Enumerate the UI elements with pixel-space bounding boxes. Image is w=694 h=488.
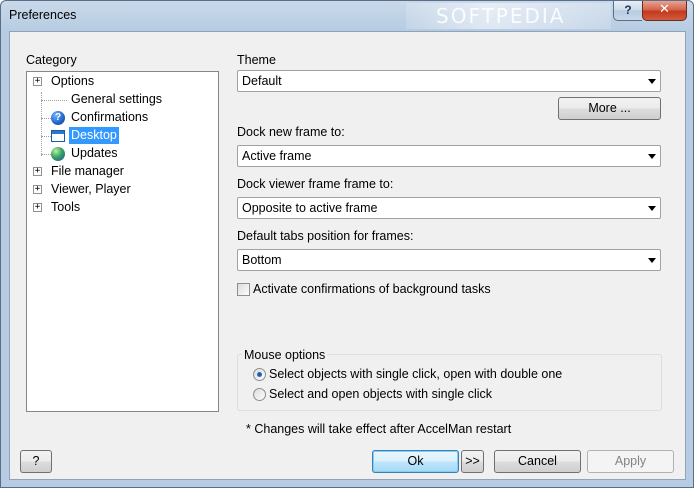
mouse-options-group (237, 354, 662, 411)
preferences-window: Preferences SOFTPEDIA ? ✕ Category + Opt… (0, 0, 694, 488)
tabs-position-label: Default tabs position for frames: (237, 229, 414, 243)
watermark-logo: SOFTPEDIA (406, 3, 611, 29)
chevron-down-icon (648, 79, 656, 84)
mouse-option-label-2[interactable]: Select and open objects with single clic… (269, 387, 492, 401)
theme-value: Default (242, 74, 282, 88)
activate-confirmations-checkbox[interactable] (237, 283, 250, 296)
tabs-position-select[interactable]: Bottom (237, 249, 661, 271)
apply-button[interactable]: Apply (587, 450, 674, 473)
dock-viewer-select[interactable]: Opposite to active frame (237, 197, 661, 219)
category-tree[interactable]: + Options General settings ? Confirmatio… (26, 71, 219, 412)
tree-connector (41, 100, 67, 101)
expand-icon[interactable]: + (33, 167, 42, 176)
dock-viewer-label: Dock viewer frame frame to: (237, 177, 394, 191)
tree-item-label: Options (51, 74, 95, 88)
mouse-options-title: Mouse options (242, 348, 328, 362)
cancel-button[interactable]: Cancel (494, 450, 581, 473)
tree-connector (41, 118, 51, 119)
restart-note: * Changes will take effect after AccelMa… (246, 422, 512, 436)
globe-icon (51, 147, 65, 161)
dock-new-select[interactable]: Active frame (237, 145, 661, 167)
dock-new-label: Dock new frame to: (237, 125, 345, 139)
tree-item-label: Viewer, Player (51, 182, 131, 196)
close-button[interactable]: ✕ (642, 1, 687, 21)
ok-button[interactable]: Ok (372, 450, 459, 473)
tree-item-label: General settings (71, 92, 163, 106)
activate-confirmations-label[interactable]: Activate confirmations of background tas… (253, 282, 491, 296)
category-label: Category (26, 53, 77, 67)
expand-icon[interactable]: + (33, 77, 42, 86)
tree-item-label: Confirmations (71, 110, 149, 124)
expand-icon[interactable]: + (33, 185, 42, 194)
title-bar[interactable]: Preferences SOFTPEDIA ? ✕ (1, 1, 693, 31)
tree-connector (41, 154, 51, 155)
chevron-down-icon (648, 206, 656, 211)
expand-icon[interactable]: + (33, 203, 42, 212)
tree-item-label: Desktop (69, 127, 119, 144)
window-title: Preferences (9, 8, 77, 22)
mouse-option-radio-1[interactable] (253, 368, 266, 381)
tree-connector (41, 92, 42, 156)
tree-item-general-settings[interactable]: General settings (71, 91, 162, 108)
question-icon: ? (51, 111, 65, 125)
tree-connector (41, 136, 51, 137)
tree-item-label: Updates (71, 146, 118, 160)
dock-viewer-value: Opposite to active frame (242, 201, 378, 215)
dialog-client: Category + Options General settings ? Co… (9, 31, 686, 480)
next-button[interactable]: >> (461, 450, 484, 473)
tabs-position-value: Bottom (242, 253, 282, 267)
tree-item-label: Tools (51, 200, 81, 214)
chevron-down-icon (648, 154, 656, 159)
mouse-option-radio-2[interactable] (253, 388, 266, 401)
mouse-option-label-1[interactable]: Select objects with single click, open w… (269, 367, 562, 381)
desktop-icon (51, 130, 65, 142)
tree-item-label: File manager (51, 164, 124, 178)
chevron-down-icon (648, 258, 656, 263)
help-button[interactable]: ? (20, 450, 52, 473)
title-help-button[interactable]: ? (613, 1, 642, 21)
more-button[interactable]: More ... (558, 97, 661, 120)
theme-label: Theme (237, 53, 276, 67)
theme-select[interactable]: Default (237, 70, 661, 92)
dock-new-value: Active frame (242, 149, 312, 163)
